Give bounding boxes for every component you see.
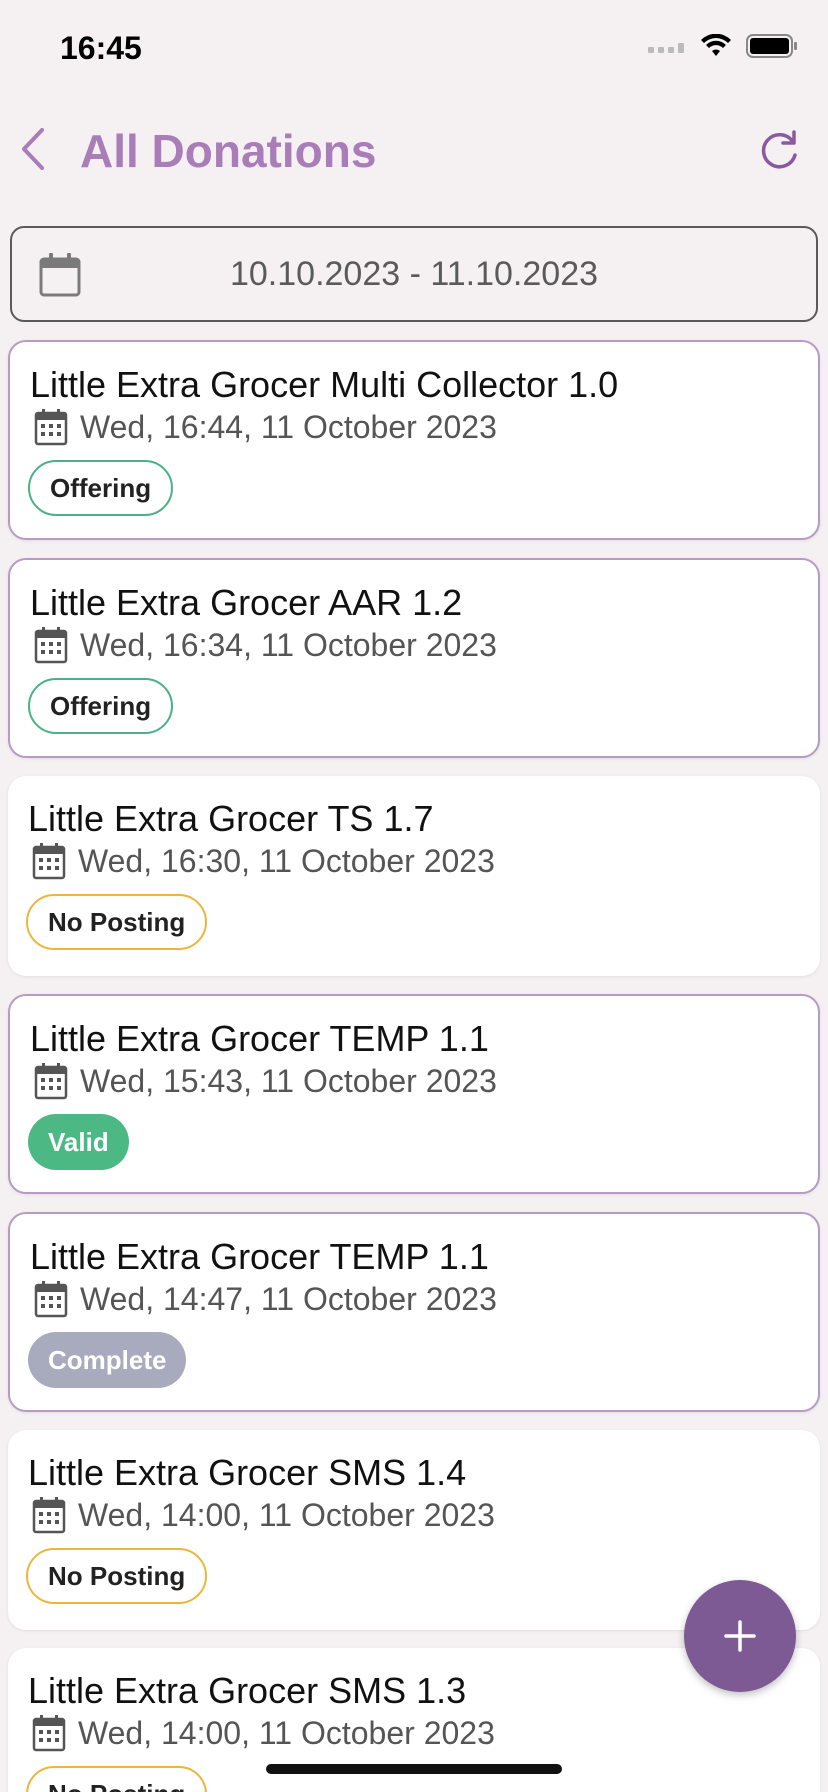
back-button[interactable] bbox=[10, 124, 60, 174]
calendar-icon bbox=[39, 253, 81, 297]
calendar-icon bbox=[34, 409, 68, 446]
calendar-icon bbox=[34, 1063, 68, 1100]
donation-title: Little Extra Grocer TEMP 1.1 bbox=[30, 1018, 489, 1059]
donation-title: Little Extra Grocer SMS 1.3 bbox=[28, 1670, 467, 1711]
home-indicator bbox=[266, 1764, 562, 1774]
status-icons bbox=[648, 34, 798, 58]
donation-date: Wed, 16:44, 11 October 2023 bbox=[80, 408, 497, 445]
donation-card[interactable]: Little Extra Grocer TEMP 1.1 Wed, 14:47, … bbox=[8, 1212, 820, 1412]
donation-date: Wed, 14:47, 11 October 2023 bbox=[80, 1280, 497, 1317]
donation-date-row: Wed, 16:44, 11 October 2023 bbox=[34, 408, 497, 446]
donation-date-row: Wed, 14:47, 11 October 2023 bbox=[34, 1280, 497, 1318]
donation-card[interactable]: Little Extra Grocer TEMP 1.1 Wed, 15:43, … bbox=[8, 994, 820, 1194]
refresh-icon bbox=[761, 130, 797, 169]
donation-date: Wed, 14:00, 11 October 2023 bbox=[78, 1496, 495, 1533]
status-time: 16:45 bbox=[60, 30, 142, 66]
status-badge: Offering bbox=[28, 460, 174, 516]
donation-card[interactable]: Little Extra Grocer TS 1.7 Wed, 16:30, 11… bbox=[8, 776, 820, 976]
calendar-icon bbox=[32, 1715, 66, 1752]
status-badge: Complete bbox=[28, 1332, 187, 1388]
calendar-icon bbox=[32, 843, 66, 880]
status-badge: Offering bbox=[28, 678, 174, 734]
status-badge: No Posting bbox=[26, 894, 208, 950]
status-badge: Valid bbox=[28, 1114, 129, 1170]
donation-title: Little Extra Grocer SMS 1.4 bbox=[28, 1452, 467, 1493]
donation-date: Wed, 16:34, 11 October 2023 bbox=[80, 626, 497, 663]
donation-date: Wed, 15:43, 11 October 2023 bbox=[80, 1062, 497, 1099]
chevron-left-icon bbox=[22, 128, 44, 170]
donation-title: Little Extra Grocer Multi Collector 1.0 bbox=[30, 364, 619, 405]
plus-icon bbox=[724, 1620, 756, 1652]
battery-icon bbox=[746, 34, 797, 58]
donation-date-row: Wed, 16:34, 11 October 2023 bbox=[34, 626, 497, 664]
donation-title: Little Extra Grocer AAR 1.2 bbox=[30, 582, 463, 623]
refresh-button[interactable] bbox=[756, 128, 802, 174]
donation-date-row: Wed, 14:00, 11 October 2023 bbox=[32, 1714, 495, 1752]
donation-date: Wed, 14:00, 11 October 2023 bbox=[78, 1714, 495, 1751]
date-range-picker[interactable]: 10.10.2023 - 11.10.2023 bbox=[10, 226, 818, 322]
date-range-value: 10.10.2023 - 11.10.2023 bbox=[229, 254, 599, 293]
status-bar: 16:45 bbox=[0, 0, 828, 100]
donation-date-row: Wed, 15:43, 11 October 2023 bbox=[34, 1062, 497, 1100]
calendar-icon bbox=[32, 1497, 66, 1534]
donation-title: Little Extra Grocer TEMP 1.1 bbox=[30, 1236, 489, 1277]
status-badge: No Posting bbox=[26, 1766, 208, 1792]
donation-card[interactable]: Little Extra Grocer Multi Collector 1.0 W… bbox=[8, 340, 820, 540]
cellular-signal-icon bbox=[648, 43, 684, 53]
calendar-icon bbox=[34, 1281, 68, 1318]
donation-date-row: Wed, 16:30, 11 October 2023 bbox=[32, 842, 495, 880]
donation-title: Little Extra Grocer TS 1.7 bbox=[28, 798, 434, 839]
wifi-icon bbox=[701, 34, 731, 56]
status-badge: No Posting bbox=[26, 1548, 208, 1604]
donation-card[interactable]: Little Extra Grocer AAR 1.2 Wed, 16:34, 1… bbox=[8, 558, 820, 758]
add-donation-button[interactable] bbox=[684, 1580, 796, 1692]
calendar-icon bbox=[34, 627, 68, 664]
donation-date: Wed, 16:30, 11 October 2023 bbox=[78, 842, 495, 879]
donation-list: Little Extra Grocer Multi Collector 1.0 W… bbox=[8, 340, 820, 1792]
page-title: All Donations bbox=[80, 125, 377, 177]
donation-date-row: Wed, 14:00, 11 October 2023 bbox=[32, 1496, 495, 1534]
nav-bar: All Donations bbox=[0, 110, 828, 190]
